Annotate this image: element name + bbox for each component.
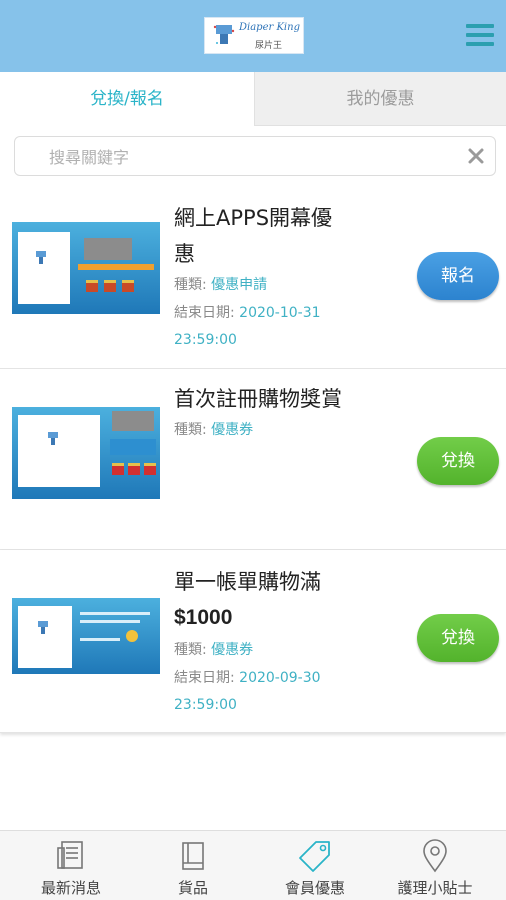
- location-pin-icon: [423, 839, 447, 873]
- nav-label: 會員優惠: [284, 879, 345, 897]
- app-header: Diaper King 尿片王: [0, 0, 506, 72]
- tag-icon: [299, 841, 330, 872]
- logo-mini-icon: [36, 251, 46, 264]
- offer-type: 種類: 優惠券: [174, 422, 254, 438]
- offer-type: 種類: 優惠申請: [174, 277, 268, 293]
- search-box: [14, 136, 496, 176]
- offer-thumbnail: [12, 407, 160, 499]
- newspaper-icon: [57, 841, 83, 869]
- diaper-king-logo-icon: [213, 25, 235, 44]
- hamburger-menu-icon[interactable]: [466, 24, 496, 48]
- offer-title: 單一帳單購物滿 $1000: [174, 570, 321, 629]
- logo-mini-icon: [38, 621, 48, 634]
- offer-thumbnail: [12, 222, 160, 314]
- logo-brand-chinese: 尿片王: [255, 41, 283, 51]
- nav-item-care-tips[interactable]: 護理小貼士: [372, 831, 498, 900]
- offer-thumbnail: [12, 598, 160, 674]
- book-icon: [182, 842, 204, 870]
- offer-end-time: 23:59:00: [174, 697, 237, 713]
- nav-item-news[interactable]: 最新消息: [8, 831, 134, 900]
- redeem-button[interactable]: 兌換: [417, 437, 499, 485]
- offer-end-date: 結束日期: 2020-09-30: [174, 670, 321, 686]
- offer-end-time: 23:59:00: [174, 332, 237, 348]
- nav-label: 護理小貼士: [397, 879, 473, 897]
- redeem-button[interactable]: 兌換: [417, 614, 499, 662]
- offer-card[interactable]: 網上APPS開幕優 惠 種類: 優惠申請 結束日期: 2020-10-31 23…: [0, 188, 506, 369]
- offer-title: 網上APPS開幕優 惠: [174, 206, 333, 266]
- nav-item-products[interactable]: 貨品: [130, 831, 256, 900]
- tab-bar: 兌換/報名 我的優惠: [0, 72, 506, 126]
- offer-type: 種類: 優惠券: [174, 642, 254, 658]
- bottom-nav: 最新消息 貨品 會員優惠 護理小貼士: [0, 830, 506, 900]
- register-button[interactable]: 報名: [417, 252, 499, 300]
- close-icon[interactable]: [467, 147, 485, 165]
- nav-label: 貨品: [177, 879, 208, 897]
- logo-mini-icon: [48, 432, 58, 445]
- search-input[interactable]: [49, 143, 449, 171]
- offer-title: 首次註冊購物獎賞: [174, 387, 342, 411]
- offer-card[interactable]: 首次註冊購物獎賞 種類: 優惠券 兌換: [0, 369, 506, 550]
- tab-my-offers[interactable]: 我的優惠: [254, 72, 506, 126]
- tab-redeem-register[interactable]: 兌換/報名: [0, 72, 254, 126]
- app-logo: Diaper King 尿片王: [204, 17, 304, 54]
- logo-brand-text: Diaper King: [239, 22, 300, 33]
- nav-label: 最新消息: [40, 879, 101, 897]
- offer-end-date: 結束日期: 2020-10-31: [174, 305, 321, 321]
- nav-item-member-offers[interactable]: 會員優惠: [252, 831, 378, 900]
- offer-card[interactable]: 單一帳單購物滿 $1000 種類: 優惠券 結束日期: 2020-09-30 2…: [0, 550, 506, 733]
